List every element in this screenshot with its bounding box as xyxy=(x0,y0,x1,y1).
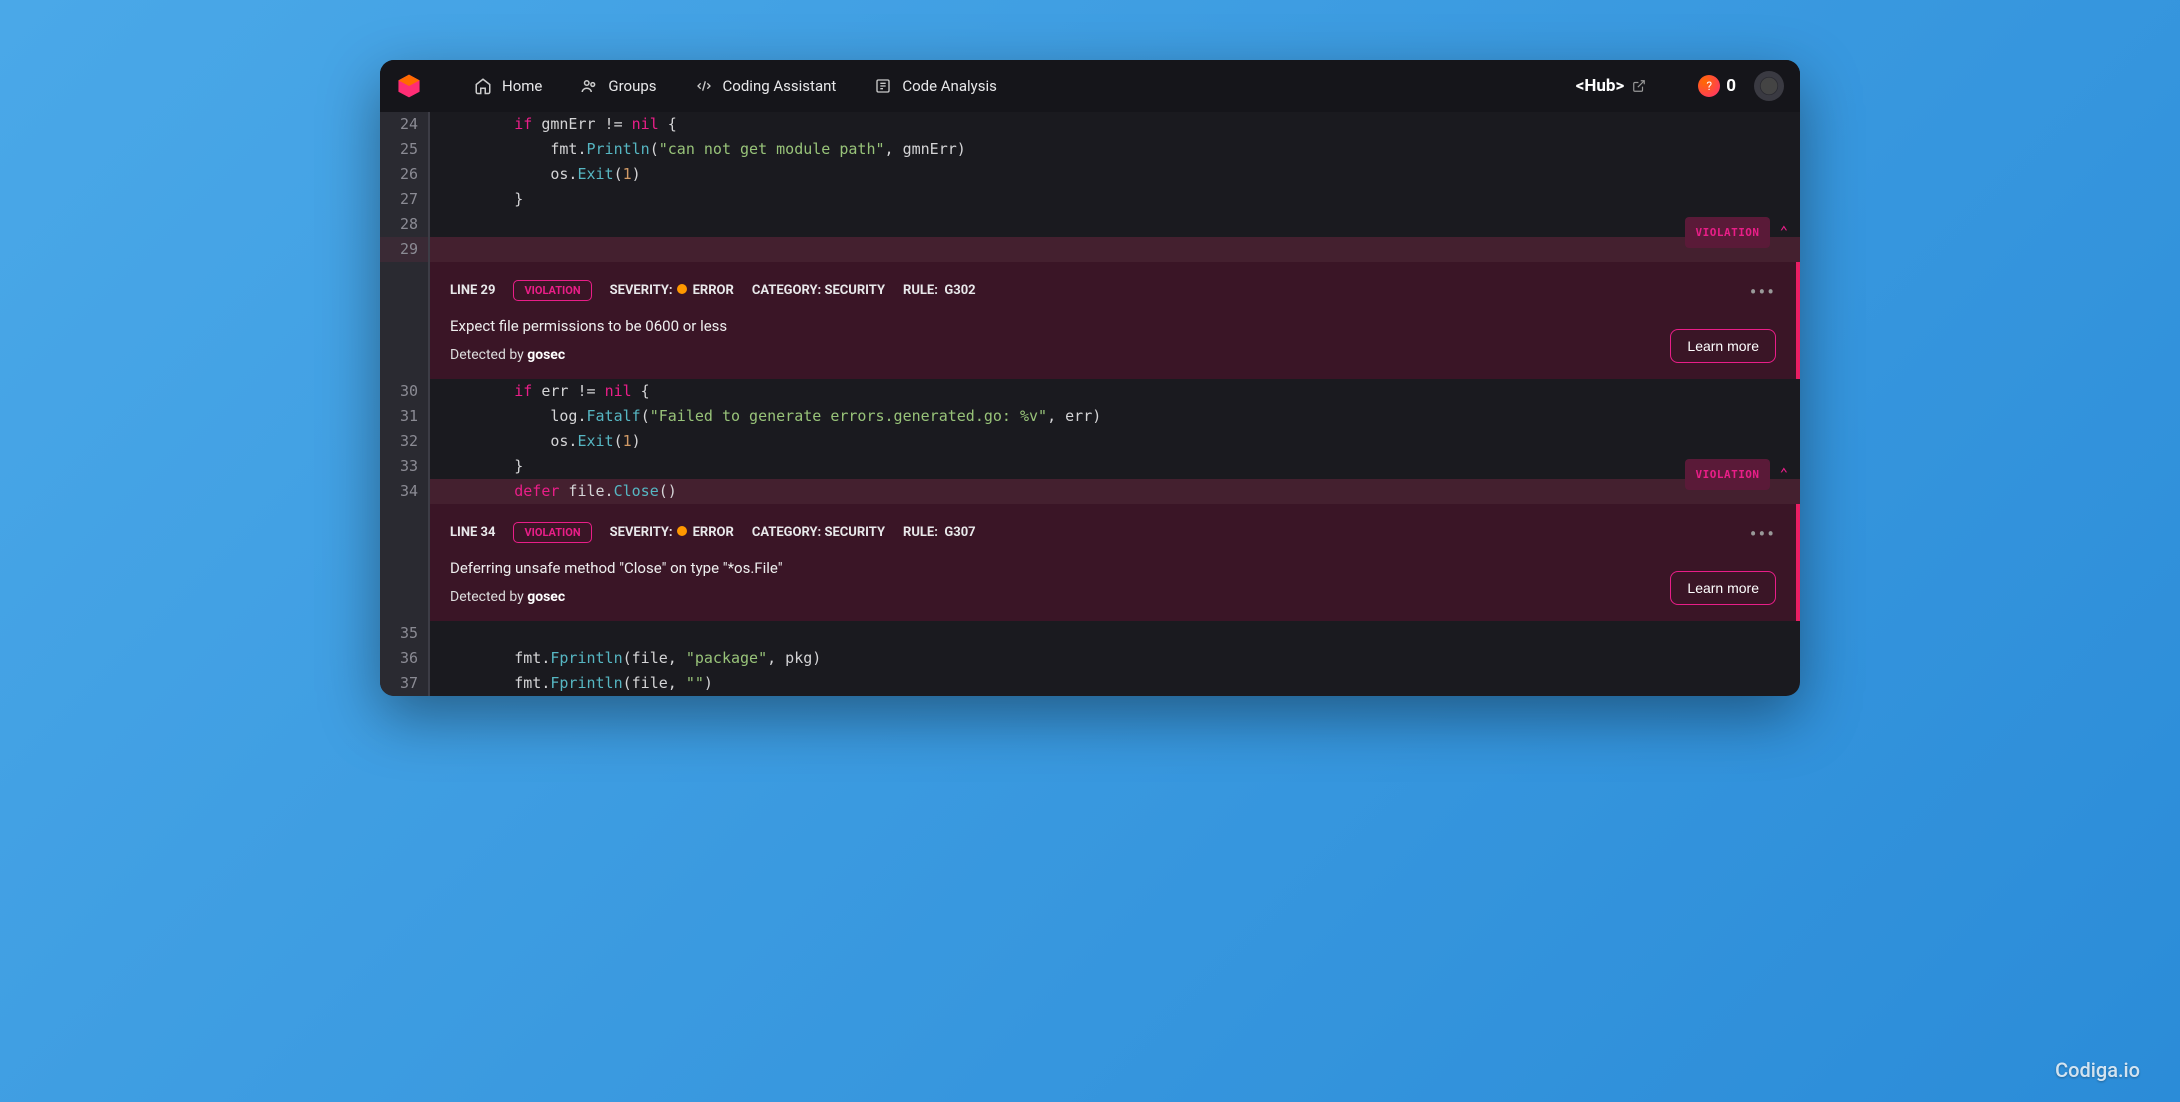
external-link-icon xyxy=(1632,79,1646,93)
code-line: fmt.Fprintln(file, "package", pkg) xyxy=(430,646,1800,671)
analysis-icon xyxy=(874,77,892,95)
line-number: 36 xyxy=(380,646,430,671)
code-line-highlighted: defer file.Close() VIOLATION ⌃ xyxy=(430,479,1800,504)
violation-detected-by: Detected by gosec xyxy=(450,589,1776,605)
line-number: 30 xyxy=(380,379,430,404)
line-number: 31 xyxy=(380,404,430,429)
code-line-highlighted: ........file, err := os.OpenFile("errors… xyxy=(430,237,1800,262)
code-line: } xyxy=(430,187,1800,212)
violation-meta: LINE 29 VIOLATION SEVERITY:ERROR CATEGOR… xyxy=(450,280,1776,301)
collapse-icon[interactable]: ⌃ xyxy=(1780,462,1788,487)
nav-groups[interactable]: Groups xyxy=(580,77,656,95)
violation-tag: VIOLATION xyxy=(513,522,591,543)
line-number: 37 xyxy=(380,671,430,696)
nav-assistant[interactable]: Coding Assistant xyxy=(695,77,837,95)
nav-groups-label: Groups xyxy=(608,77,656,95)
learn-more-button[interactable]: Learn more xyxy=(1670,329,1776,363)
hub-label: <Hub> xyxy=(1576,76,1625,96)
line-number: 26 xyxy=(380,162,430,187)
nav-home[interactable]: Home xyxy=(474,77,542,95)
line-number: 25 xyxy=(380,137,430,162)
violation-detected-by: Detected by gosec xyxy=(450,347,1776,363)
line-number: 32 xyxy=(380,429,430,454)
violation-description: Expect file permissions to be 0600 or le… xyxy=(450,317,1776,335)
line-number: 24 xyxy=(380,112,430,137)
violation-line: LINE 29 xyxy=(450,283,495,298)
severity-dot-icon xyxy=(677,284,687,294)
violation-panel: ••• LINE 34 VIOLATION SEVERITY:ERROR CAT… xyxy=(380,504,1800,621)
code-line: } xyxy=(430,454,1800,479)
more-menu-icon[interactable]: ••• xyxy=(1750,522,1776,546)
violation-badge: VIOLATION xyxy=(1685,459,1769,490)
severity-dot-icon xyxy=(677,526,687,536)
topbar: Home Groups Coding Assistant Code Analys… xyxy=(380,60,1800,112)
violation-description: Deferring unsafe method "Close" on type … xyxy=(450,559,1776,577)
hub-link[interactable]: <Hub> xyxy=(1576,76,1647,96)
code-line: log.Fatalf("Failed to generate errors.ge… xyxy=(430,404,1800,429)
groups-icon xyxy=(580,77,598,95)
nav-analysis[interactable]: Code Analysis xyxy=(874,77,997,95)
code-line xyxy=(430,212,1800,237)
line-number: 29 xyxy=(380,237,430,262)
code-line xyxy=(430,621,1800,646)
code-line: os.Exit(1) xyxy=(430,429,1800,454)
line-number: 28 xyxy=(380,212,430,237)
home-icon xyxy=(474,77,492,95)
user-avatar[interactable] xyxy=(1754,71,1784,101)
code-editor: 24 if gmnErr != nil { 25 fmt.Println("ca… xyxy=(380,112,1800,696)
code-line: fmt.Fprintln(file, "") xyxy=(430,671,1800,696)
points-icon[interactable]: ? xyxy=(1698,75,1720,97)
app-window: Home Groups Coding Assistant Code Analys… xyxy=(380,60,1800,696)
code-line: if gmnErr != nil { xyxy=(430,112,1800,137)
code-line: fmt.Println("can not get module path", g… xyxy=(430,137,1800,162)
collapse-icon[interactable]: ⌃ xyxy=(1780,220,1788,245)
nav-assistant-label: Coding Assistant xyxy=(723,77,837,95)
line-number: 35 xyxy=(380,621,430,646)
code-line: os.Exit(1) xyxy=(430,162,1800,187)
violation-tag: VIOLATION xyxy=(513,280,591,301)
violation-badge: VIOLATION xyxy=(1685,217,1769,248)
violation-panel: ••• LINE 29 VIOLATION SEVERITY:ERROR CAT… xyxy=(380,262,1800,379)
violation-line: LINE 34 xyxy=(450,525,495,540)
watermark: Codiga.io xyxy=(2055,1058,2140,1082)
learn-more-button[interactable]: Learn more xyxy=(1670,571,1776,605)
nav-analysis-label: Code Analysis xyxy=(902,77,997,95)
points-count: 0 xyxy=(1726,76,1736,96)
nav: Home Groups Coding Assistant Code Analys… xyxy=(474,77,997,95)
codiga-logo[interactable] xyxy=(396,73,422,99)
violation-meta: LINE 34 VIOLATION SEVERITY:ERROR CATEGOR… xyxy=(450,522,1776,543)
code-line: if err != nil { xyxy=(430,379,1800,404)
more-menu-icon[interactable]: ••• xyxy=(1750,280,1776,304)
line-number: 27 xyxy=(380,187,430,212)
line-number: 33 xyxy=(380,454,430,479)
code-icon xyxy=(695,77,713,95)
line-number: 34 xyxy=(380,479,430,504)
nav-home-label: Home xyxy=(502,77,542,95)
